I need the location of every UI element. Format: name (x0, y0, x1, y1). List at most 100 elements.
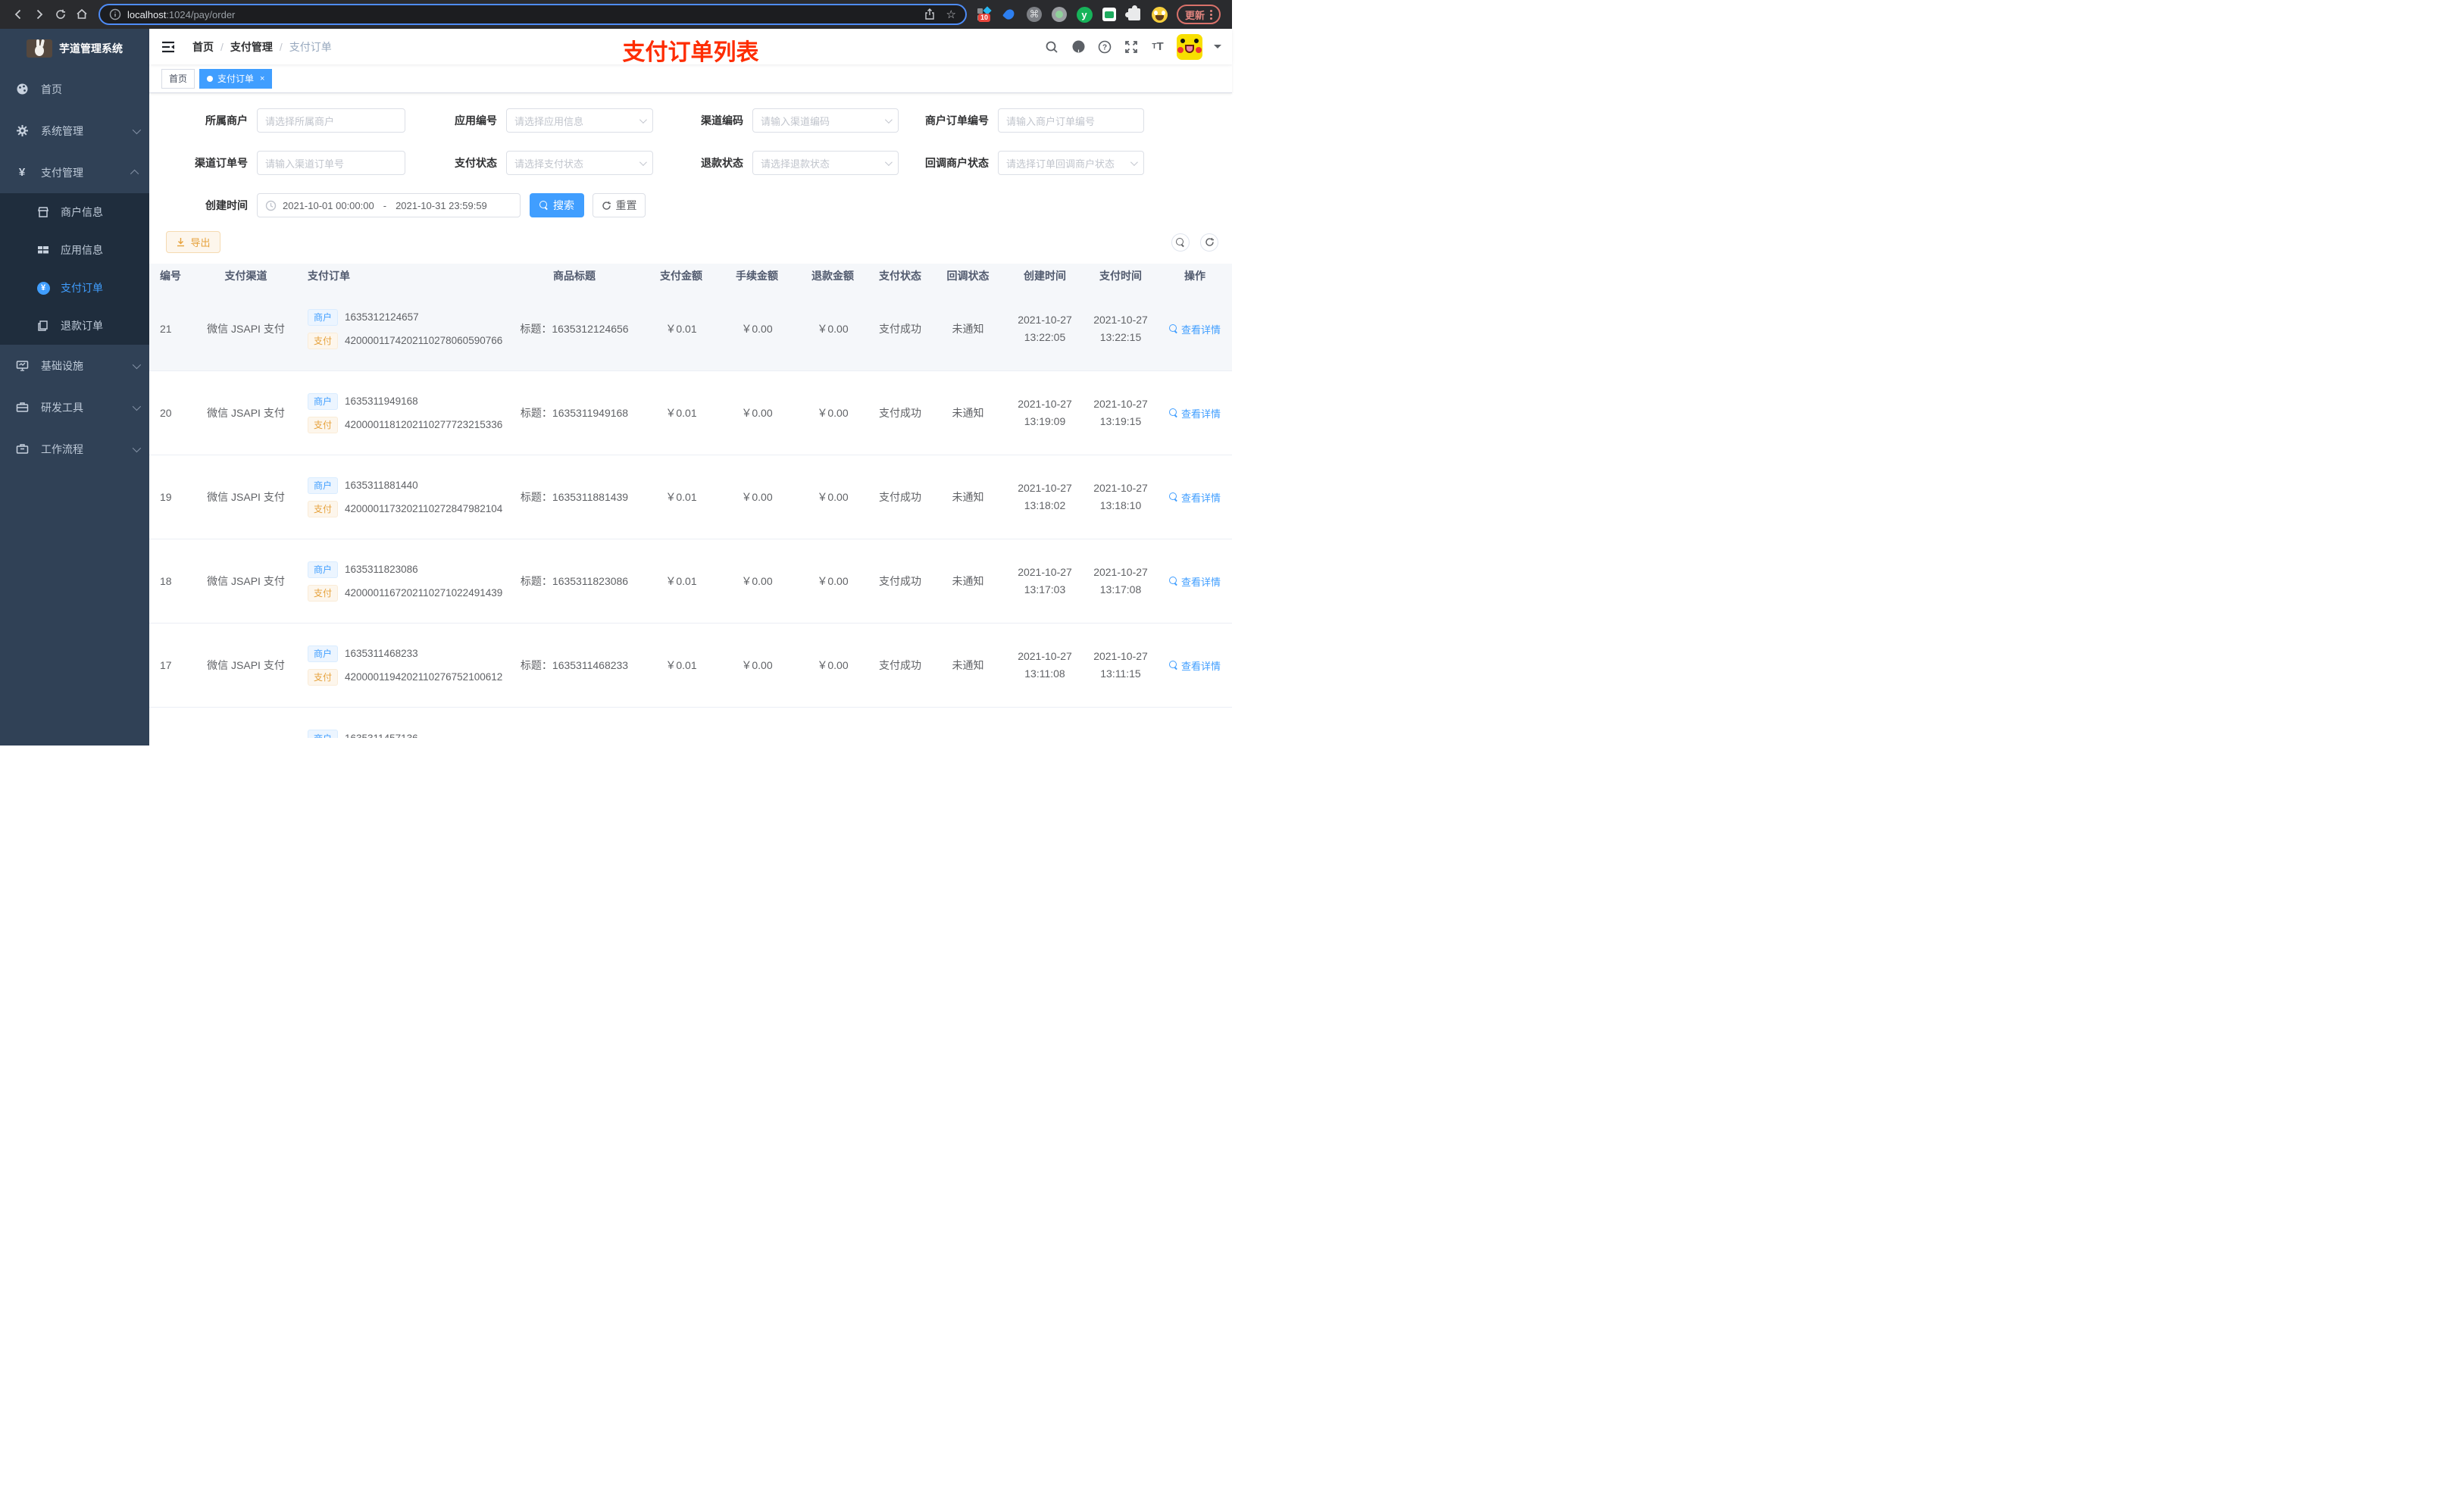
show-search-toggle-button[interactable] (1171, 233, 1190, 252)
sidebar-item-app-info[interactable]: 应用信息 (0, 231, 149, 269)
view-detail-link[interactable]: 查看详情 (1168, 658, 1221, 673)
filter-control[interactable]: 请输入渠道订单号 (257, 151, 405, 175)
y-extension-icon[interactable]: y (1076, 6, 1093, 23)
puzzle-extensions-icon[interactable] (1125, 5, 1143, 23)
refresh-table-button[interactable] (1200, 233, 1218, 252)
cell-id: 21 (160, 323, 172, 335)
view-detail-link[interactable]: 查看详情 (1168, 406, 1221, 420)
view-detail-link[interactable]: 查看详情 (1168, 490, 1221, 505)
command-extension-icon[interactable]: ⌘ (1026, 6, 1043, 23)
site-info-icon[interactable] (109, 8, 121, 20)
logo-image (27, 39, 52, 58)
app-logo[interactable]: 芋道管理系统 (0, 29, 149, 68)
close-tab-icon[interactable]: × (260, 74, 264, 83)
sidebar-item-home[interactable]: 首页 (0, 68, 149, 110)
reload-icon[interactable] (50, 4, 71, 25)
sidebar-item-workflow[interactable]: 工作流程 (0, 428, 149, 470)
sidebar-item-infra[interactable]: 基础设施 (0, 345, 149, 386)
col-actions: 操作 (1184, 269, 1205, 282)
filter-control[interactable]: 请输入渠道编码 (752, 108, 899, 133)
filter-label: 支付状态 (455, 157, 497, 169)
filter-control[interactable]: 请选择所属商户 (257, 108, 405, 133)
filter-control[interactable]: 请输入商户订单编号 (998, 108, 1144, 133)
tab-pay-order[interactable]: 支付订单 × (199, 68, 273, 89)
filter-control[interactable]: 请选择应用信息 (506, 108, 653, 133)
filter-control[interactable]: 请选择支付状态 (506, 151, 653, 175)
filter-placeholder: 请选择应用信息 (514, 115, 584, 127)
chat-extension-icon[interactable] (1101, 6, 1118, 23)
sidebar-item-pay-order[interactable]: ¥ 支付订单 (0, 269, 149, 307)
back-icon[interactable] (8, 4, 29, 25)
profile-emoji-icon[interactable] (1151, 6, 1168, 23)
user-avatar[interactable] (1177, 33, 1202, 60)
sidebar-item-devtools[interactable]: 研发工具 (0, 386, 149, 428)
sidebar-item-payment[interactable]: ¥ 支付管理 (0, 152, 149, 193)
search-icon[interactable] (1044, 39, 1059, 55)
cell-create-time: 2021-10-27 13:18:02 (1018, 482, 1072, 511)
bookmark-star-icon[interactable]: ☆ (946, 9, 956, 20)
breadcrumb-home[interactable]: 首页 (192, 39, 214, 55)
chrome-update-button[interactable]: 更新 (1177, 5, 1221, 24)
cell-create-time: 2021-10-27 13:19:09 (1018, 398, 1072, 427)
balloon-extension-icon[interactable] (1001, 6, 1018, 23)
date-start[interactable]: 2021-10-01 00:00:00 (283, 200, 374, 211)
github-icon[interactable] (1071, 39, 1086, 55)
home-icon[interactable] (71, 4, 92, 25)
share-icon[interactable] (924, 8, 936, 20)
chevron-up-icon (130, 169, 139, 178)
cell-refund: ￥0.00 (817, 323, 849, 335)
cell-product-title: 标题：1635312124656 (520, 323, 629, 335)
view-detail-link[interactable]: 查看详情 (1168, 322, 1221, 336)
table-row: 17 微信 JSAPI 支付 商户 1635311468233 支付 42000… (149, 624, 1232, 708)
view-detail-link[interactable]: 查看详情 (1168, 574, 1221, 589)
filter-placeholder: 请选择支付状态 (514, 158, 584, 170)
sidebar-item-merchant-info[interactable]: 商户信息 (0, 193, 149, 231)
address-bar[interactable]: localhost:1024/pay/order ☆ (98, 4, 967, 25)
forward-icon[interactable] (29, 4, 50, 25)
pay-tag: 支付 (308, 416, 339, 433)
collapse-sidebar-icon[interactable] (161, 39, 176, 55)
documents-icon (36, 320, 50, 332)
filter-placeholder: 请选择订单回调商户状态 (1006, 158, 1115, 170)
col-channel: 支付渠道 (224, 269, 267, 282)
cell-fee: ￥0.00 (741, 659, 773, 671)
avatar-dropdown-icon[interactable] (1214, 45, 1221, 52)
sidebar-item-refund-order[interactable]: 退款订单 (0, 307, 149, 345)
sidebar-item-system[interactable]: 系统管理 (0, 110, 149, 152)
cell-refund: ￥0.00 (817, 407, 849, 419)
filter-placeholder: 请输入渠道编码 (761, 115, 830, 127)
tab-home[interactable]: 首页 (161, 68, 195, 89)
filter-placeholder: 请输入渠道订单号 (265, 158, 345, 170)
help-icon[interactable]: ? (1097, 39, 1112, 55)
export-button[interactable]: 导出 (166, 231, 220, 253)
merchant-order-no: 1635311881440 (345, 480, 418, 491)
font-size-icon[interactable]: TT (1150, 39, 1165, 55)
browser-menu-icon[interactable] (1210, 9, 1213, 20)
fullscreen-icon[interactable] (1124, 39, 1139, 55)
filter-label: 应用编号 (455, 114, 497, 127)
cell-action: 查看详情 (1158, 406, 1232, 420)
browser-toolbar: localhost:1024/pay/order ☆ 10 ⌘ y 更新 (0, 0, 1232, 29)
extension-grid-icon[interactable]: 10 (976, 6, 993, 23)
pay-order-no: 4200001173202110272847982104 (345, 503, 503, 514)
merchant-order-no: 1635311468233 (345, 648, 418, 659)
filter-row-1: 所属商户 请选择所属商户 应用编号 请选择应用信息 渠道编码 请输入渠道编码 商… (149, 108, 1232, 133)
pay-order-no: 4200001167202110271022491439 (345, 587, 503, 599)
recorder-extension-icon[interactable] (1051, 6, 1068, 23)
date-range-picker[interactable]: 2021-10-01 00:00:00 - 2021-10-31 23:59:5… (257, 193, 521, 217)
cell-fee: ￥0.00 (741, 491, 773, 503)
reset-button[interactable]: 重置 (593, 193, 646, 217)
filter-control[interactable]: 请选择订单回调商户状态 (998, 151, 1144, 175)
url-text: localhost:1024/pay/order (127, 8, 236, 20)
filter-control[interactable]: 请选择退款状态 (752, 151, 899, 175)
date-end[interactable]: 2021-10-31 23:59:59 (396, 200, 487, 211)
cell-pay-order: 商户 1635311881440 支付 42000011732021102728… (299, 477, 505, 517)
cell-notify-status: 未通知 (952, 323, 984, 335)
cell-pay-order: 商户 1635311949168 支付 42000011812021102777… (299, 392, 505, 433)
table-header-row: 编号 支付渠道 支付订单 商品标题 支付金额 手续金额 退款金额 支付状态 回调… (149, 264, 1232, 287)
merchant-order-no: 1635312124657 (345, 311, 419, 323)
search-button[interactable]: 搜索 (530, 193, 584, 217)
clock-icon (265, 200, 277, 211)
filter-label: 回调商户状态 (925, 157, 989, 169)
breadcrumb-pay-manage[interactable]: 支付管理 (230, 39, 273, 55)
